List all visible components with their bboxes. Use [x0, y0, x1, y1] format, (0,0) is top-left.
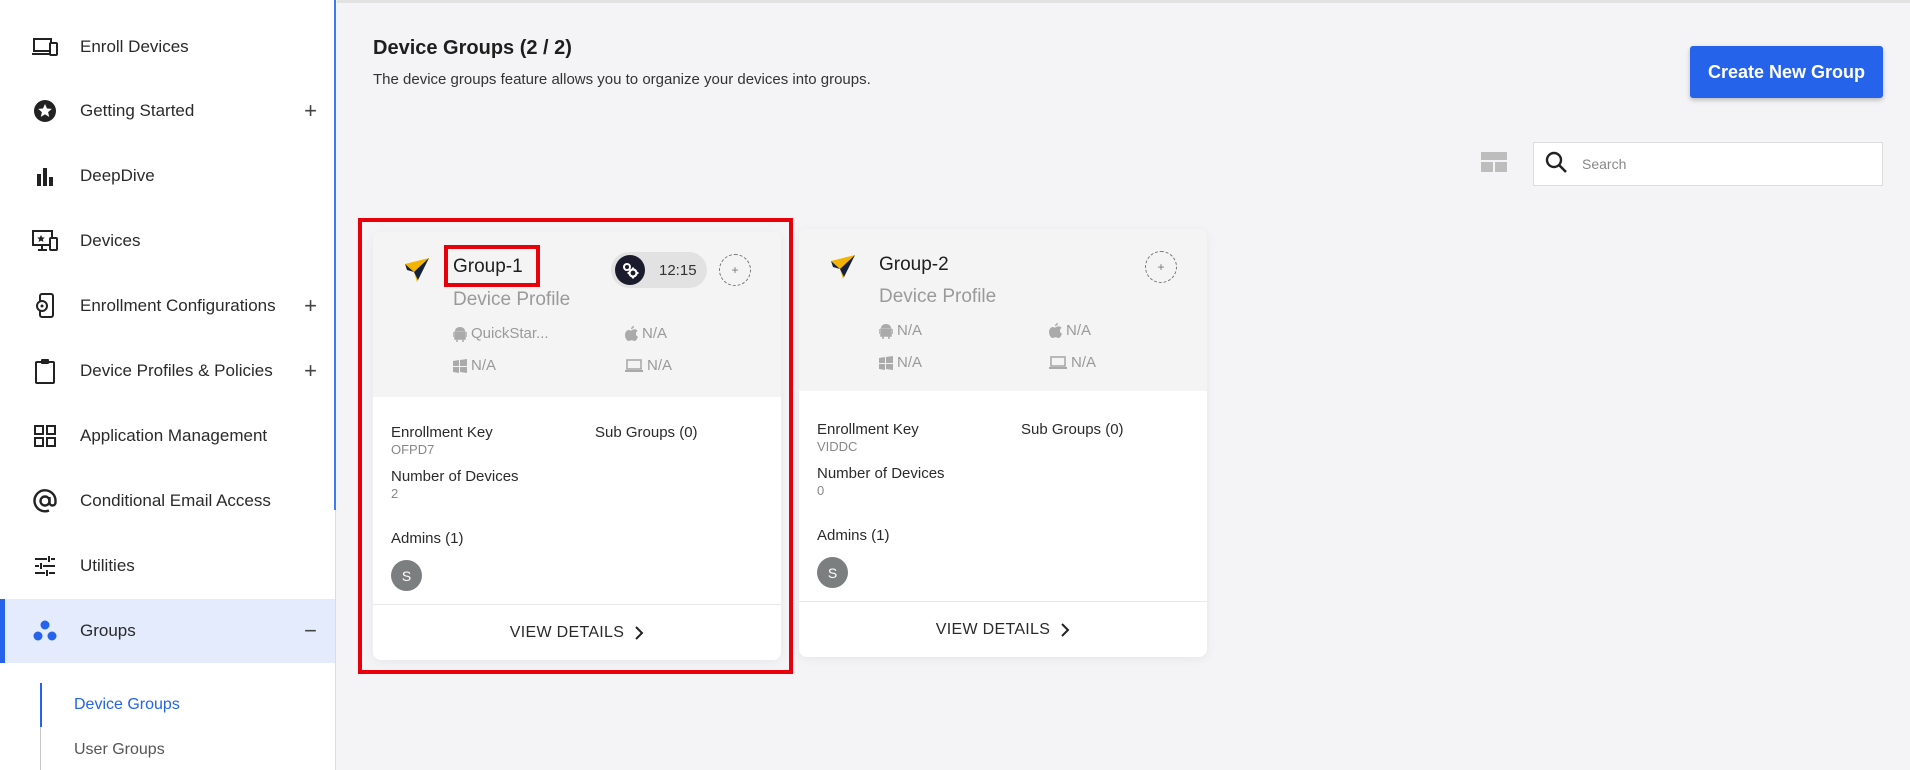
timer-badge[interactable]: 12:15 — [611, 252, 707, 288]
number-of-devices-label: Number of Devices — [391, 468, 519, 485]
sidebar-item-label: Devices — [80, 231, 141, 250]
group-logo-icon — [401, 256, 431, 286]
devices-icon — [32, 34, 58, 60]
number-of-devices-value: 2 — [391, 486, 399, 501]
sidebar-item-label: DeepDive — [80, 166, 155, 185]
search-input[interactable] — [1582, 156, 1862, 172]
sidebar-item-label: Enroll Devices — [80, 37, 189, 56]
sidebar-item-label: Application Management — [80, 426, 268, 445]
windows-profile: N/A — [453, 357, 496, 374]
android-profile: QuickStar... — [453, 325, 549, 342]
avatar[interactable]: S — [817, 557, 848, 588]
gear-icon — [615, 255, 645, 285]
clipboard-icon — [32, 358, 58, 384]
subnav-item-device-groups[interactable]: Device Groups — [74, 696, 180, 714]
admins-label: Admins (1) — [817, 527, 890, 544]
at-icon — [32, 488, 58, 514]
view-details-label: VIEW DETAILS — [935, 620, 1051, 638]
card-header — [799, 229, 1207, 391]
sidebar-item-groups[interactable]: Groups − — [0, 599, 335, 663]
android-icon — [453, 326, 467, 342]
sidebar-item-utilities[interactable]: Utilities — [0, 534, 335, 598]
sidebar-item-enrollment-configurations[interactable]: Enrollment Configurations + — [0, 274, 335, 338]
windows-icon — [879, 355, 893, 370]
avatar[interactable]: S — [391, 560, 422, 591]
sidebar-item-label: Groups — [80, 621, 136, 640]
admins-label: Admins (1) — [391, 530, 464, 547]
grid-icon — [32, 423, 58, 449]
sidebar-item-device-profiles-policies[interactable]: Device Profiles & Policies + — [0, 339, 335, 403]
android-profile: N/A — [879, 322, 922, 339]
subnav-active-indicator — [40, 683, 42, 727]
windows-icon — [453, 358, 467, 373]
number-of-devices-label: Number of Devices — [817, 465, 945, 482]
device-profile-label: Device Profile — [453, 289, 571, 310]
chevron-right-icon — [1061, 622, 1070, 637]
group-card: Group-1 12:15 + Device Profile QuickStar… — [373, 232, 781, 660]
sub-groups-label: Sub Groups (0) — [1021, 421, 1124, 438]
laptop-profile: N/A — [625, 357, 672, 374]
sliders-icon — [32, 553, 58, 579]
laptop-profile: N/A — [1049, 354, 1096, 371]
apple-icon — [1049, 323, 1062, 338]
sidebar-item-deepdive[interactable]: DeepDive — [0, 144, 335, 208]
apple-profile: N/A — [1049, 322, 1091, 339]
sub-groups-label: Sub Groups (0) — [595, 424, 698, 441]
windows-profile: N/A — [879, 354, 922, 371]
layout-toggle-icon[interactable] — [1481, 152, 1507, 172]
expand-icon[interactable]: + — [304, 358, 317, 384]
sidebar-item-devices[interactable]: Devices — [0, 209, 335, 273]
subnav-item-user-groups[interactable]: User Groups — [74, 741, 165, 759]
sidebar: Enroll Devices Getting Started + DeepDiv… — [0, 0, 336, 770]
group-name[interactable]: Group-2 — [879, 254, 949, 276]
device-profile-label: Device Profile — [879, 286, 997, 307]
sidebar-item-getting-started[interactable]: Getting Started + — [0, 79, 335, 143]
group-name[interactable]: Group-1 — [453, 256, 523, 278]
enrollment-key-value: OFPD7 — [391, 442, 435, 457]
sidebar-item-label: Enrollment Configurations — [80, 296, 276, 315]
chevron-right-icon — [635, 625, 644, 640]
monitor-icon — [32, 228, 58, 254]
sidebar-item-label: Getting Started — [80, 101, 195, 120]
star-icon — [32, 98, 58, 124]
laptop-icon — [625, 358, 643, 372]
number-of-devices-value: 0 — [817, 483, 825, 498]
sidebar-item-label: Device Profiles & Policies — [80, 361, 273, 380]
view-details-button[interactable]: VIEW DETAILS — [373, 604, 781, 660]
sidebar-item-application-management[interactable]: Application Management — [0, 404, 335, 468]
apple-icon — [625, 326, 638, 341]
enrollment-key-label: Enrollment Key — [391, 424, 493, 441]
group-logo-icon — [827, 253, 857, 283]
timer-value: 12:15 — [659, 261, 697, 279]
sidebar-item-conditional-email-access[interactable]: Conditional Email Access — [0, 469, 335, 533]
bar-chart-icon — [32, 163, 58, 189]
page-title: Device Groups (2 / 2) — [373, 37, 572, 59]
sidebar-item-enroll-devices[interactable]: Enroll Devices — [0, 15, 335, 79]
view-details-button[interactable]: VIEW DETAILS — [799, 601, 1207, 657]
enrollment-key-label: Enrollment Key — [817, 421, 919, 438]
create-new-group-button[interactable]: Create New Group — [1690, 46, 1883, 98]
android-icon — [879, 323, 893, 339]
groups-icon — [32, 618, 58, 644]
phone-settings-icon — [32, 293, 58, 319]
laptop-icon — [1049, 355, 1067, 369]
sidebar-item-label: Conditional Email Access — [80, 491, 271, 510]
collapse-icon[interactable]: − — [304, 618, 317, 644]
search-icon — [1544, 150, 1568, 179]
apple-profile: N/A — [625, 325, 667, 342]
enrollment-key-value: VIDDC — [817, 439, 858, 454]
page-description: The device groups feature allows you to … — [373, 71, 871, 88]
sidebar-item-label: Utilities — [80, 556, 135, 575]
search-box — [1533, 142, 1883, 186]
group-card: Group-2 + Device Profile N/A N/A N/A N/A… — [799, 229, 1207, 657]
add-button[interactable]: + — [719, 254, 751, 286]
expand-icon[interactable]: + — [304, 98, 317, 124]
main-content: Device Groups (2 / 2) The device groups … — [337, 0, 1910, 770]
card-header — [373, 232, 781, 397]
view-details-label: VIEW DETAILS — [509, 623, 625, 641]
add-button[interactable]: + — [1145, 251, 1177, 283]
expand-icon[interactable]: + — [304, 293, 317, 319]
